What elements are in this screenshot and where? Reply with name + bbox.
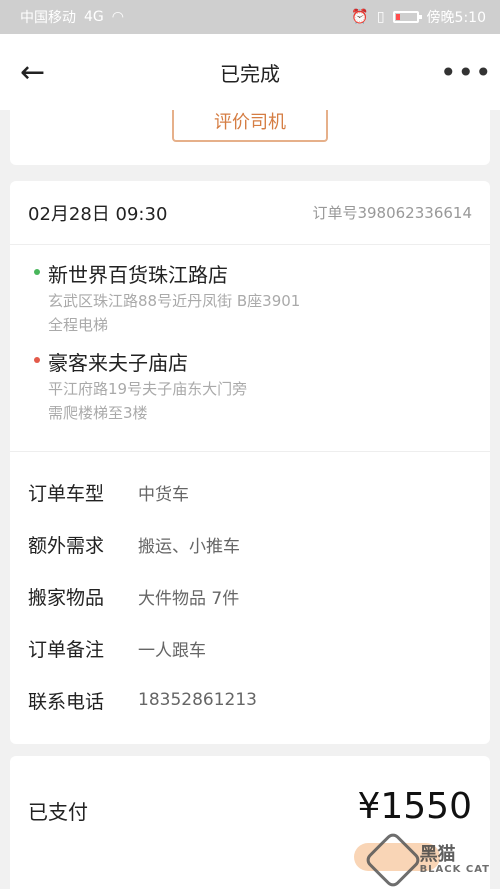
pickup-address: 玄武区珠江路88号近丹凤街 B座3901	[48, 292, 301, 310]
detail-value: 中货车	[138, 484, 189, 505]
detail-label: 搬家物品	[28, 586, 105, 609]
watermark: 黑猫 BLACK CAT	[362, 830, 490, 889]
signal-icon: 4G	[84, 9, 104, 25]
vibrate-icon: ▯	[376, 9, 385, 25]
detail-label: 联系电话	[28, 690, 105, 713]
detail-row: 搬家物品 大件物品 7件	[28, 570, 472, 622]
status-left: 中国移动 4G ◠	[20, 7, 124, 27]
address-block: 新世界百货珠江路店 玄武区珠江路88号近丹凤街 B座3901 全程电梯 豪客来夫…	[10, 245, 490, 452]
wifi-icon: ◠	[111, 9, 124, 25]
order-number: 订单号398062336614	[312, 204, 472, 222]
clock: 傍晚5:10	[426, 10, 486, 26]
detail-value: 一人跟车	[138, 640, 206, 661]
pickup-note: 全程电梯	[48, 316, 109, 334]
page-title: 已完成	[220, 61, 280, 86]
dropoff-dot-icon	[34, 357, 40, 363]
back-icon[interactable]: ←	[20, 55, 60, 90]
black-cat-logo-icon	[362, 830, 423, 889]
detail-value: 大件物品 7件	[138, 588, 240, 609]
payment-status: 已支付	[28, 800, 88, 824]
rate-driver-button[interactable]: 评价司机	[172, 110, 328, 142]
detail-label: 额外需求	[28, 534, 105, 557]
detail-label: 订单备注	[28, 638, 105, 661]
rate-card: 评价司机	[10, 110, 490, 165]
page-header: ← 已完成 •••	[0, 34, 500, 110]
detail-row: 订单车型 中货车	[28, 466, 472, 518]
detail-row: 联系电话 18352861213	[28, 674, 472, 726]
pickup-name: 新世界百货珠江路店	[48, 263, 228, 287]
dropoff-address: 平江府路19号夫子庙东大门旁	[48, 380, 248, 398]
detail-value: 搬运、小推车	[138, 536, 240, 557]
dropoff-name: 豪客来夫子庙店	[48, 351, 188, 375]
alarm-icon: ⏰	[351, 9, 369, 25]
order-header: 02月28日 09:30 订单号398062336614	[10, 181, 490, 245]
order-card: 02月28日 09:30 订单号398062336614 新世界百货珠江路店 玄…	[10, 181, 490, 744]
detail-label: 订单车型	[28, 482, 105, 505]
detail-row: 订单备注 一人跟车	[28, 622, 472, 674]
payment-amount: ¥1550	[357, 786, 472, 827]
pickup-stop: 新世界百货珠江路店 玄武区珠江路88号近丹凤街 B座3901 全程电梯	[28, 261, 472, 337]
status-right: ⏰ ▯ 傍晚5:10	[351, 7, 486, 27]
detail-row: 额外需求 搬运、小推车	[28, 518, 472, 570]
pickup-dot-icon	[34, 269, 40, 275]
watermark-brand: 黑猫	[419, 843, 456, 865]
order-time: 02月28日 09:30	[28, 203, 168, 225]
carrier-label: 中国移动	[20, 10, 76, 26]
watermark-sub: BLACK CAT	[419, 863, 490, 875]
status-bar: 中国移动 4G ◠ ⏰ ▯ 傍晚5:10	[0, 0, 500, 34]
battery-icon	[392, 11, 422, 23]
order-details: 订单车型 中货车 额外需求 搬运、小推车 搬家物品 大件物品 7件 订单备注 一…	[10, 452, 490, 744]
dropoff-note: 需爬楼梯至3楼	[48, 404, 148, 422]
more-icon[interactable]: •••	[440, 56, 492, 89]
dropoff-stop: 豪客来夫子庙店 平江府路19号夫子庙东大门旁 需爬楼梯至3楼	[28, 349, 472, 425]
phone-number[interactable]: 18352861213	[138, 690, 257, 710]
